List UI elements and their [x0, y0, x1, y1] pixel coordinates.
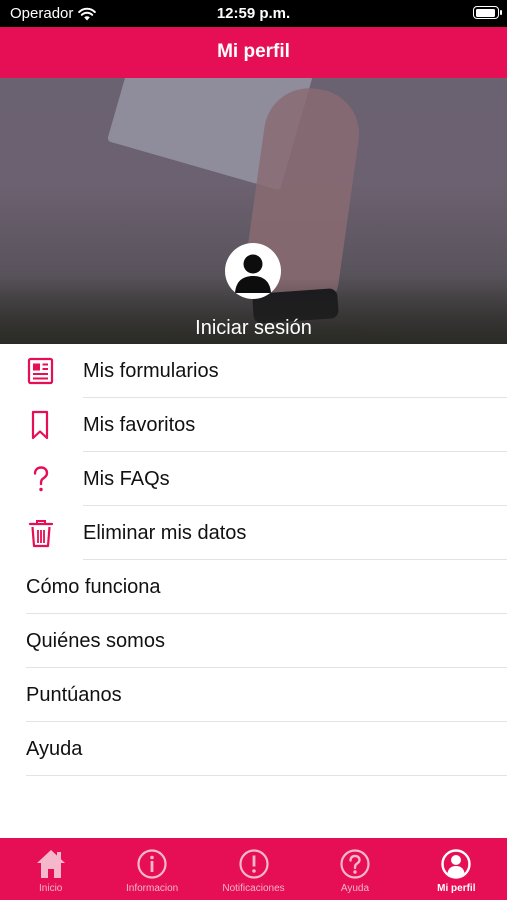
navigation-bar: Mi perfil	[0, 27, 507, 78]
menu-item-label: Cómo funciona	[26, 575, 161, 598]
menu-item-delete-data[interactable]: Eliminar mis datos	[0, 506, 507, 560]
avatar[interactable]	[225, 243, 281, 299]
menu-item-label: Mis favoritos	[83, 413, 196, 436]
document-icon	[25, 356, 57, 386]
tab-label: Inicio	[39, 883, 63, 894]
menu-item-favorites[interactable]: Mis favoritos	[0, 398, 507, 452]
profile-icon	[441, 849, 472, 879]
tab-notificaciones[interactable]: Notificaciones	[203, 838, 304, 900]
menu-item-rate-us[interactable]: Puntúanos	[0, 668, 507, 722]
menu-item-faqs[interactable]: Mis FAQs	[0, 452, 507, 506]
menu-item-about-us[interactable]: Quiénes somos	[0, 614, 507, 668]
menu-item-forms[interactable]: Mis formularios	[0, 344, 507, 398]
battery-icon	[473, 6, 502, 19]
menu-item-help[interactable]: Ayuda	[0, 722, 507, 776]
question-mark-icon	[25, 464, 57, 494]
tab-informacion[interactable]: Informacion	[101, 838, 202, 900]
menu-item-label: Puntúanos	[26, 683, 122, 706]
menu-item-label: Quiénes somos	[26, 629, 165, 652]
tab-label: Mi perfil	[437, 883, 476, 894]
status-time: 12:59 p.m.	[216, 5, 291, 22]
menu-item-label: Ayuda	[26, 737, 83, 760]
status-bar: Operador 12:59 p.m.	[0, 0, 507, 27]
tab-mi-perfil[interactable]: Mi perfil	[406, 838, 507, 900]
profile-menu: Mis formularios Mis favoritos Mis FAQs E…	[0, 344, 507, 776]
tab-label: Notificaciones	[222, 883, 285, 894]
info-icon	[137, 849, 167, 879]
profile-header: Iniciar sesión	[0, 78, 507, 344]
tab-inicio[interactable]: Inicio	[0, 838, 101, 900]
tab-label: Informacion	[125, 883, 179, 894]
alert-icon	[238, 849, 269, 879]
menu-item-label: Mis formularios	[83, 359, 219, 382]
user-icon	[235, 254, 271, 293]
tab-ayuda[interactable]: Ayuda	[304, 838, 405, 900]
menu-item-label: Eliminar mis datos	[83, 521, 247, 544]
menu-item-how-it-works[interactable]: Cómo funciona	[0, 560, 507, 614]
bookmark-icon	[25, 410, 57, 440]
home-icon	[36, 850, 65, 878]
menu-item-label: Mis FAQs	[83, 467, 170, 490]
tab-label: Ayuda	[340, 883, 370, 894]
login-button[interactable]: Iniciar sesión	[0, 317, 507, 340]
page-title: Mi perfil	[217, 41, 290, 62]
help-icon	[340, 849, 370, 879]
trash-icon	[25, 518, 57, 548]
tab-bar: Inicio Informacion Notificaciones Ayuda	[0, 838, 507, 900]
